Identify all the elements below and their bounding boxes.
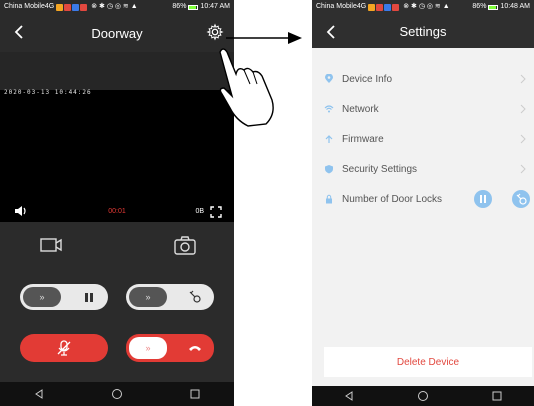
call-controls: » » » [0, 222, 234, 382]
nav-home-icon[interactable] [417, 390, 429, 402]
unlock-toggle-1[interactable]: » [20, 284, 108, 310]
system-icons: ⊗ ✱ ◷ ◎ ≋ ▲ [403, 3, 450, 10]
nav-recents-icon[interactable] [491, 390, 503, 402]
wifi-icon [324, 105, 334, 113]
chevron-right-icon [520, 104, 526, 114]
settings-item-device-info[interactable]: Device Info [312, 64, 534, 94]
hand-pointer-icon [219, 48, 274, 127]
carrier-label: China Mobile4G [4, 3, 55, 10]
battery-icon [488, 4, 499, 10]
chevron-right-icon [520, 74, 526, 84]
fullscreen-icon[interactable] [210, 206, 222, 218]
battery-icon [188, 4, 199, 10]
location-pin-icon [325, 74, 333, 83]
mute-mic-button[interactable] [20, 334, 108, 362]
hangup-phone-icon [189, 346, 201, 351]
doorway-live-screen: China Mobile4G ⊗ ✱ ◷ ◎ ≋ ▲ 86% 10:47 AM … [0, 0, 234, 406]
page-title: Settings [399, 23, 447, 39]
nav-recents-icon[interactable] [189, 388, 201, 400]
android-nav-bar [0, 382, 234, 406]
upload-arrow-icon [325, 135, 333, 143]
notification-icons [56, 3, 88, 11]
unlock-toggle-2[interactable]: » [126, 284, 214, 310]
delete-device-button[interactable]: Delete Device [324, 347, 532, 377]
battery-percent: 86% [172, 3, 187, 10]
shield-icon [325, 165, 333, 174]
settings-item-security[interactable]: Security Settings [312, 154, 534, 184]
title-bar: Doorway [0, 14, 234, 52]
data-rate: 0B [195, 208, 204, 215]
door-lock-icon [85, 293, 93, 302]
mic-off-icon [57, 340, 71, 356]
settings-screen: China Mobile4G ⊗ ✱ ◷ ◎ ≋ ▲ 86% 10:48 AM … [312, 0, 534, 406]
battery-indicator: 86% 10:47 AM [172, 0, 230, 14]
settings-item-label: Number of Door Locks [342, 193, 443, 205]
toggle-knob[interactable]: » [129, 337, 167, 359]
gear-icon[interactable] [206, 23, 224, 41]
carrier-label: China Mobile4G [316, 3, 367, 10]
lock-icon [326, 194, 332, 204]
single-lock-option[interactable] [474, 190, 492, 208]
video-timestamp: 2020-03-13 10:44:26 [4, 89, 92, 96]
clock: 10:47 AM [200, 3, 230, 10]
nav-back-icon[interactable] [33, 388, 45, 400]
video-feed[interactable]: 2020-03-13 10:44:26 00:01 0B [0, 52, 234, 222]
chevron-right-icon [520, 164, 526, 174]
title-bar: Settings [312, 14, 534, 48]
settings-item-label: Network [342, 103, 379, 115]
key-icon [189, 290, 201, 303]
back-arrow-icon[interactable] [322, 22, 342, 42]
toggle-knob[interactable]: » [23, 287, 61, 307]
nav-home-icon[interactable] [111, 388, 123, 400]
settings-item-door-locks: Number of Door Locks [312, 184, 534, 214]
status-bar: China Mobile4G ⊗ ✱ ◷ ◎ ≋ ▲ 86% 10:47 AM [0, 0, 234, 14]
snapshot-camera-icon[interactable] [172, 234, 198, 256]
battery-percent: 86% [472, 3, 487, 10]
settings-item-label: Device Info [342, 73, 393, 85]
settings-list: Device Info Network Firmware Security Se… [312, 64, 534, 214]
settings-item-label: Firmware [342, 133, 384, 145]
clock: 10:48 AM [500, 3, 530, 10]
toggle-knob[interactable]: » [129, 287, 167, 307]
status-bar: China Mobile4G ⊗ ✱ ◷ ◎ ≋ ▲ 86% 10:48 AM [312, 0, 534, 14]
door-lock-icon [480, 195, 486, 203]
settings-item-network[interactable]: Network [312, 94, 534, 124]
back-arrow-icon[interactable] [10, 22, 30, 42]
video-top-strip [0, 52, 234, 90]
chevron-right-icon [520, 134, 526, 144]
page-title: Doorway [91, 25, 143, 41]
settings-item-label: Security Settings [342, 163, 418, 175]
android-nav-bar [312, 386, 534, 406]
notification-icons [368, 3, 400, 11]
settings-item-firmware[interactable]: Firmware [312, 124, 534, 154]
key-lock-option[interactable] [512, 190, 530, 208]
key-icon [516, 193, 527, 205]
hangup-toggle[interactable]: » [126, 334, 214, 362]
battery-indicator: 86% 10:48 AM [472, 0, 530, 14]
system-icons: ⊗ ✱ ◷ ◎ ≋ ▲ [91, 3, 138, 10]
nav-back-icon[interactable] [343, 390, 355, 402]
record-video-icon[interactable] [38, 234, 64, 256]
